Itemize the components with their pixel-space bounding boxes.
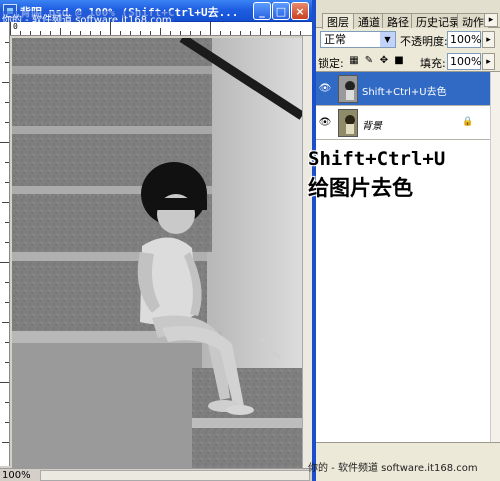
lock-row: 锁定: ▦ ✎ ✥ ■ 填充: 100% ▸ <box>316 50 500 72</box>
blend-mode-select[interactable]: 正常 ▼ <box>320 31 396 48</box>
close-button[interactable]: × <box>291 2 309 20</box>
opacity-label: 不透明度: <box>400 35 448 48</box>
canvas-photo <box>12 38 302 468</box>
layer-row[interactable]: 👁 背景 🔒 <box>316 106 490 140</box>
layer-thumbnail <box>338 75 358 103</box>
blend-mode-value: 正常 <box>324 33 346 46</box>
opacity-input[interactable]: 100% <box>447 31 481 48</box>
lock-all-icon[interactable]: ■ <box>393 55 405 67</box>
fill-input[interactable]: 100% <box>447 53 481 70</box>
panel-footer: 你的 - 软件频道 software.it168.com <box>308 442 500 481</box>
panel-menu-icon[interactable]: ▸ <box>484 13 498 27</box>
document-window: 背阴.psd @ 100% (Shift+Ctrl+U去... 你的 - 软件频… <box>0 0 312 481</box>
blend-row: 正常 ▼ 不透明度: 100% ▸ <box>316 28 500 50</box>
panel-tabs: 图层 通道 路径 历史记录 动作 ▸ <box>316 0 500 29</box>
layer-name[interactable]: Shift+Ctrl+U去色 <box>362 83 447 98</box>
tab-layers[interactable]: 图层 <box>322 13 354 29</box>
layer-thumbnail <box>338 109 358 137</box>
lock-transparent-icon[interactable]: ▦ <box>348 55 360 67</box>
annotation: Shift+Ctrl+U 给图片去色 <box>308 148 500 202</box>
image-canvas[interactable] <box>12 38 302 468</box>
vertical-ruler[interactable] <box>0 22 10 466</box>
maximize-button[interactable]: □ <box>272 2 290 20</box>
layer-name[interactable]: 背景 <box>362 117 382 132</box>
document-titlebar[interactable]: 背阴.psd @ 100% (Shift+Ctrl+U去... 你的 - 软件频… <box>0 0 312 26</box>
horizontal-scrollbar[interactable] <box>40 470 310 481</box>
chevron-down-icon: ▼ <box>380 32 395 47</box>
tab-channels[interactable]: 通道 <box>353 13 385 29</box>
minimize-button[interactable]: _ <box>253 2 271 20</box>
eye-icon[interactable]: 👁 <box>318 116 332 130</box>
layers-panel: 图层 通道 路径 历史记录 动作 ▸ 正常 ▼ 不透明度: 100% ▸ 锁定:… <box>308 0 500 481</box>
horizontal-ruler[interactable]: 0 <box>10 22 312 36</box>
watermark-text: 你的 - 软件频道 software.it168.com <box>308 463 478 474</box>
fill-label: 填充: <box>420 57 446 70</box>
fill-arrow-icon[interactable]: ▸ <box>482 53 495 70</box>
opacity-arrow-icon[interactable]: ▸ <box>482 31 495 48</box>
eye-icon[interactable]: 👁 <box>318 82 332 96</box>
layer-row[interactable]: 👁 Shift+Ctrl+U去色 <box>316 72 490 106</box>
tab-paths[interactable]: 路径 <box>382 13 414 29</box>
annotation-shortcut: Shift+Ctrl+U <box>308 148 446 170</box>
layers-list: 👁 Shift+Ctrl+U去色 👁 背景 🔒 <box>316 72 500 442</box>
status-bar: 100% <box>0 468 312 481</box>
lock-brush-icon[interactable]: ✎ <box>363 55 375 67</box>
annotation-caption: 给图片去色 <box>308 176 413 200</box>
vertical-scrollbar[interactable] <box>302 36 312 468</box>
zoom-level[interactable]: 100% <box>2 470 31 481</box>
lock-label: 锁定: <box>318 57 344 70</box>
layers-scrollbar[interactable] <box>490 72 500 442</box>
lock-icon: 🔒 <box>462 117 474 127</box>
lock-move-icon[interactable]: ✥ <box>378 55 390 67</box>
